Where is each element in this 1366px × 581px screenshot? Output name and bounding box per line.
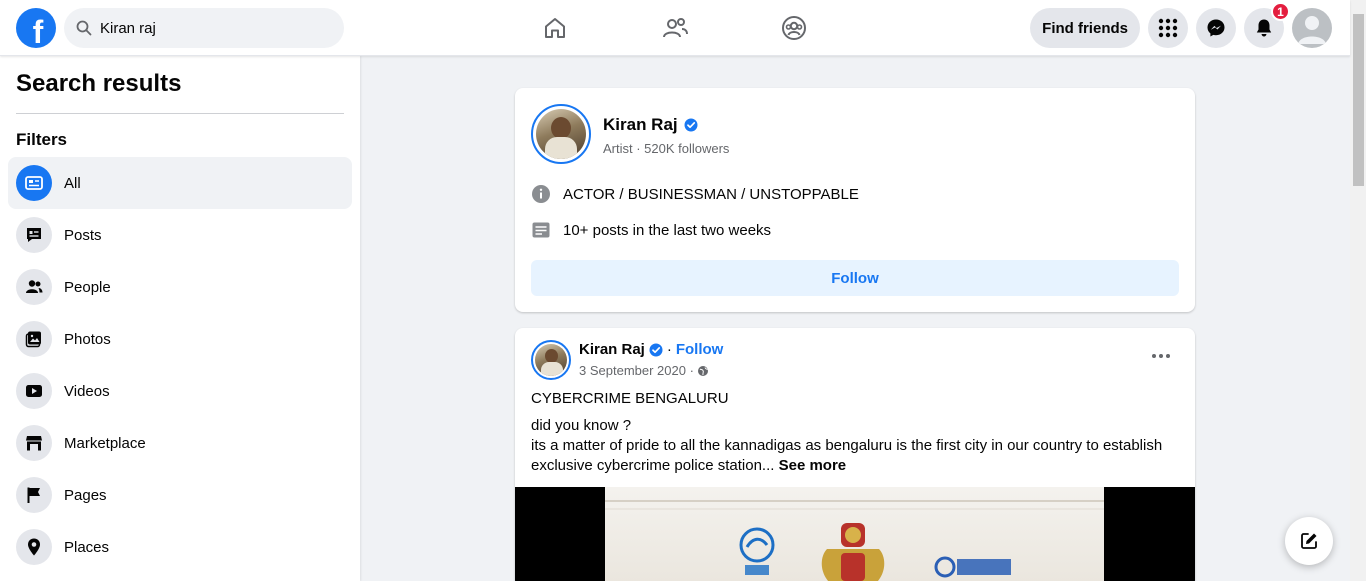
post-line-3-container: exclusive cybercrime police station... S… xyxy=(531,456,846,476)
filter-label: Places xyxy=(64,538,110,556)
find-friends-button[interactable]: Find friends xyxy=(1030,8,1140,48)
post-author-avatar[interactable] xyxy=(531,340,571,380)
filter-label: Pages xyxy=(64,486,107,504)
filter-all[interactable]: All xyxy=(8,157,352,209)
post-line-3: exclusive cybercrime police station... xyxy=(531,457,775,474)
filter-label: Videos xyxy=(64,382,110,400)
scrollbar-thumb[interactable] xyxy=(1353,14,1364,186)
notification-badge: 1 xyxy=(1271,2,1290,21)
search-icon xyxy=(76,20,92,36)
filter-photos[interactable]: Photos xyxy=(8,313,352,365)
verified-badge-icon xyxy=(649,343,663,356)
post-photo-art xyxy=(605,500,1104,581)
messenger-icon xyxy=(1207,19,1225,37)
filters-heading: Filters xyxy=(16,130,68,149)
account-avatar[interactable] xyxy=(1292,8,1332,48)
profile-name[interactable]: Kiran Raj xyxy=(603,115,678,135)
divider xyxy=(16,113,344,114)
groups-icon[interactable] xyxy=(780,14,808,42)
search-box[interactable] xyxy=(64,8,344,48)
post-line-1: did you know ? xyxy=(531,417,632,434)
post-image[interactable] xyxy=(515,487,1195,581)
posts-icon xyxy=(16,217,52,253)
post-date[interactable]: 3 September 2020 · xyxy=(579,363,694,378)
about-text: ACTOR / BUSINESSMAN / UNSTOPPABLE xyxy=(563,185,859,203)
marketplace-icon xyxy=(16,425,52,461)
post-title: CYBERCRIME BENGALURU xyxy=(531,390,729,407)
profile-meta: Artist · 520K followers xyxy=(603,141,730,156)
bell-icon xyxy=(1256,19,1272,37)
post-card: Kiran Raj · Follow 3 September 2020 · CY… xyxy=(515,328,1195,581)
search-input[interactable] xyxy=(100,19,330,37)
top-bar: f Find friends 1 xyxy=(0,0,1350,56)
filter-pages[interactable]: Pages xyxy=(8,469,352,521)
filter-posts[interactable]: Posts xyxy=(8,209,352,261)
page-title: Search results xyxy=(16,70,182,97)
see-more-link[interactable]: See more xyxy=(779,457,847,474)
posts-list-icon xyxy=(532,222,550,238)
post-follow-link[interactable]: Follow xyxy=(676,341,724,358)
post-photo xyxy=(605,487,1104,581)
info-icon xyxy=(532,185,550,203)
filter-label: Marketplace xyxy=(64,434,146,452)
facebook-logo-icon[interactable]: f xyxy=(16,8,56,50)
filter-places[interactable]: Places xyxy=(8,521,352,573)
messenger-button[interactable] xyxy=(1196,8,1236,48)
follow-button[interactable]: Follow xyxy=(531,260,1179,296)
separator-dot: · xyxy=(666,341,672,358)
flag-icon xyxy=(16,477,52,513)
filter-label: Photos xyxy=(64,330,111,348)
compose-icon xyxy=(1301,533,1317,549)
filter-label: People xyxy=(64,278,111,296)
search-sidebar: Search results Filters All Posts People … xyxy=(0,56,360,581)
grid-menu-icon xyxy=(1158,18,1178,38)
filter-label: Posts xyxy=(64,226,102,244)
pin-icon xyxy=(16,529,52,565)
page-scrollbar[interactable] xyxy=(1350,0,1366,581)
filter-people[interactable]: People xyxy=(8,261,352,313)
globe-icon xyxy=(697,365,708,376)
post-line-2: its a matter of pride to all the kannadi… xyxy=(531,437,1163,454)
post-options-button[interactable] xyxy=(1143,346,1179,366)
profile-result-card: Kiran Raj Artist · 520K followers ACTOR … xyxy=(515,88,1195,312)
notifications-button[interactable]: 1 xyxy=(1244,2,1290,48)
feed-icon xyxy=(16,165,52,201)
filter-list: All Posts People Photos Videos Marketpla… xyxy=(8,157,352,573)
filter-marketplace[interactable]: Marketplace xyxy=(8,417,352,469)
filter-videos[interactable]: Videos xyxy=(8,365,352,417)
default-avatar-icon xyxy=(1298,16,1326,44)
profile-photo xyxy=(536,109,586,159)
new-message-button[interactable] xyxy=(1285,517,1333,565)
photos-icon xyxy=(16,321,52,357)
friends-icon[interactable] xyxy=(661,14,689,42)
post-author-photo xyxy=(535,344,567,376)
post-author-name[interactable]: Kiran Raj xyxy=(579,341,645,358)
home-icon[interactable] xyxy=(541,14,569,42)
posts-info-row: 10+ posts in the last two weeks xyxy=(531,220,771,240)
verified-badge-icon xyxy=(684,118,698,132)
menu-button[interactable] xyxy=(1148,8,1188,48)
videos-icon xyxy=(16,373,52,409)
people-icon xyxy=(16,269,52,305)
about-row: ACTOR / BUSINESSMAN / UNSTOPPABLE xyxy=(531,184,859,204)
profile-avatar[interactable] xyxy=(531,104,591,164)
filter-label: All xyxy=(64,174,81,192)
posts-info-text: 10+ posts in the last two weeks xyxy=(563,221,772,239)
